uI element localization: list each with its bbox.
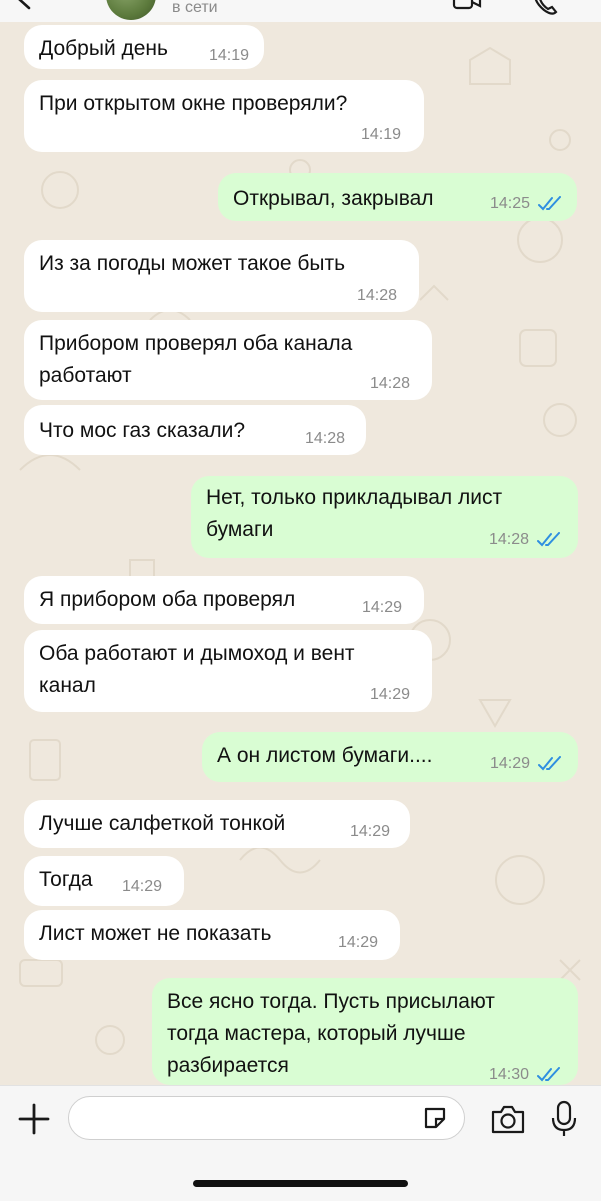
outgoing-message[interactable]: Все ясно тогда. Пусть присылают тогда мас… <box>152 978 578 1085</box>
read-receipt-icon <box>537 1067 560 1082</box>
message-timestamp: 14:19 <box>209 47 250 64</box>
message-timestamp: 14:29 <box>338 934 379 951</box>
message-text: Все ясно тогда. Пусть присылают <box>167 990 495 1013</box>
message-input[interactable] <box>68 1096 465 1140</box>
message-text: тогда мастера, который лучше <box>167 1022 466 1045</box>
incoming-message[interactable]: Добрый день 14:19 <box>24 25 264 69</box>
incoming-message[interactable]: Оба работают и дымоход и вент канал 14:29 <box>24 630 432 712</box>
message-text: Нет, только прикладывал лист <box>206 486 503 509</box>
incoming-message[interactable]: Я прибором оба проверял 14:29 <box>24 576 424 624</box>
message-timestamp: 14:28 <box>357 287 398 304</box>
message-timestamp: 14:29 <box>370 686 411 703</box>
message-timestamp: 14:28 <box>489 531 530 548</box>
message-text: Из за погоды может такое быть <box>39 252 346 275</box>
incoming-message[interactable]: При открытом окне проверяли? 14:19 <box>24 80 424 152</box>
read-receipt-icon <box>538 756 561 771</box>
message-text: разбирается <box>167 1054 289 1077</box>
message-timestamp: 14:29 <box>122 878 163 895</box>
message-text: Оба работают и дымоход и вент <box>39 642 355 665</box>
incoming-message[interactable]: Что мос газ сказали? 14:28 <box>24 405 366 455</box>
chevron-left-icon[interactable] <box>14 0 36 10</box>
outgoing-message[interactable]: А он листом бумаги.... 14:29 <box>202 732 578 782</box>
message-text: Что мос газ сказали? <box>39 419 246 442</box>
video-icon[interactable] <box>452 0 482 16</box>
sticker-icon[interactable] <box>422 1105 448 1131</box>
message-text: Прибором проверял оба канала <box>39 332 353 355</box>
message-text: Я прибором оба проверял <box>39 588 296 611</box>
contact-status: в сети <box>172 0 218 16</box>
outgoing-message[interactable]: Открывал, закрывал 14:25 <box>218 173 577 221</box>
incoming-message[interactable]: Лист может не показать 14:29 <box>24 910 400 960</box>
incoming-message[interactable]: Прибором проверял оба канала работают 14:2… <box>24 320 432 400</box>
message-text: канал <box>39 674 96 697</box>
message-text: Открывал, закрывал <box>233 187 434 210</box>
plus-icon[interactable] <box>18 1103 50 1135</box>
message-text: Лист может не показать <box>39 922 272 945</box>
incoming-message[interactable]: Лучше салфеткой тонкой 14:29 <box>24 800 410 848</box>
message-text: Добрый день <box>39 37 168 60</box>
message-timestamp: 14:28 <box>370 375 411 392</box>
message-timestamp: 14:30 <box>489 1066 530 1083</box>
outgoing-message[interactable]: Нет, только прикладывал лист бумаги 14:28 <box>191 476 578 558</box>
avatar[interactable] <box>106 0 156 20</box>
home-indicator <box>193 1180 408 1187</box>
message-text: работают <box>39 364 132 387</box>
message-timestamp: 14:29 <box>362 599 403 616</box>
message-timestamp: 14:25 <box>490 195 531 212</box>
message-text: А он листом бумаги.... <box>217 744 433 767</box>
message-text: бумаги <box>206 518 274 541</box>
message-timestamp: 14:29 <box>490 755 531 772</box>
message-timestamp: 14:28 <box>305 430 346 447</box>
microphone-icon[interactable] <box>551 1100 577 1138</box>
message-text: При открытом окне проверяли? <box>39 92 348 115</box>
read-receipt-icon <box>537 532 560 547</box>
phone-icon[interactable] <box>530 0 560 16</box>
incoming-message[interactable]: Из за погоды может такое быть 14:28 <box>24 240 419 312</box>
message-text: Лучше салфеткой тонкой <box>39 812 286 835</box>
read-receipt-icon <box>538 196 561 211</box>
camera-icon[interactable] <box>490 1103 526 1135</box>
message-timestamp: 14:19 <box>361 126 402 143</box>
message-text: Тогда <box>39 868 93 891</box>
message-timestamp: 14:29 <box>350 823 391 840</box>
incoming-message[interactable]: Тогда 14:29 <box>24 856 184 906</box>
chat-header: в сети <box>0 0 601 22</box>
